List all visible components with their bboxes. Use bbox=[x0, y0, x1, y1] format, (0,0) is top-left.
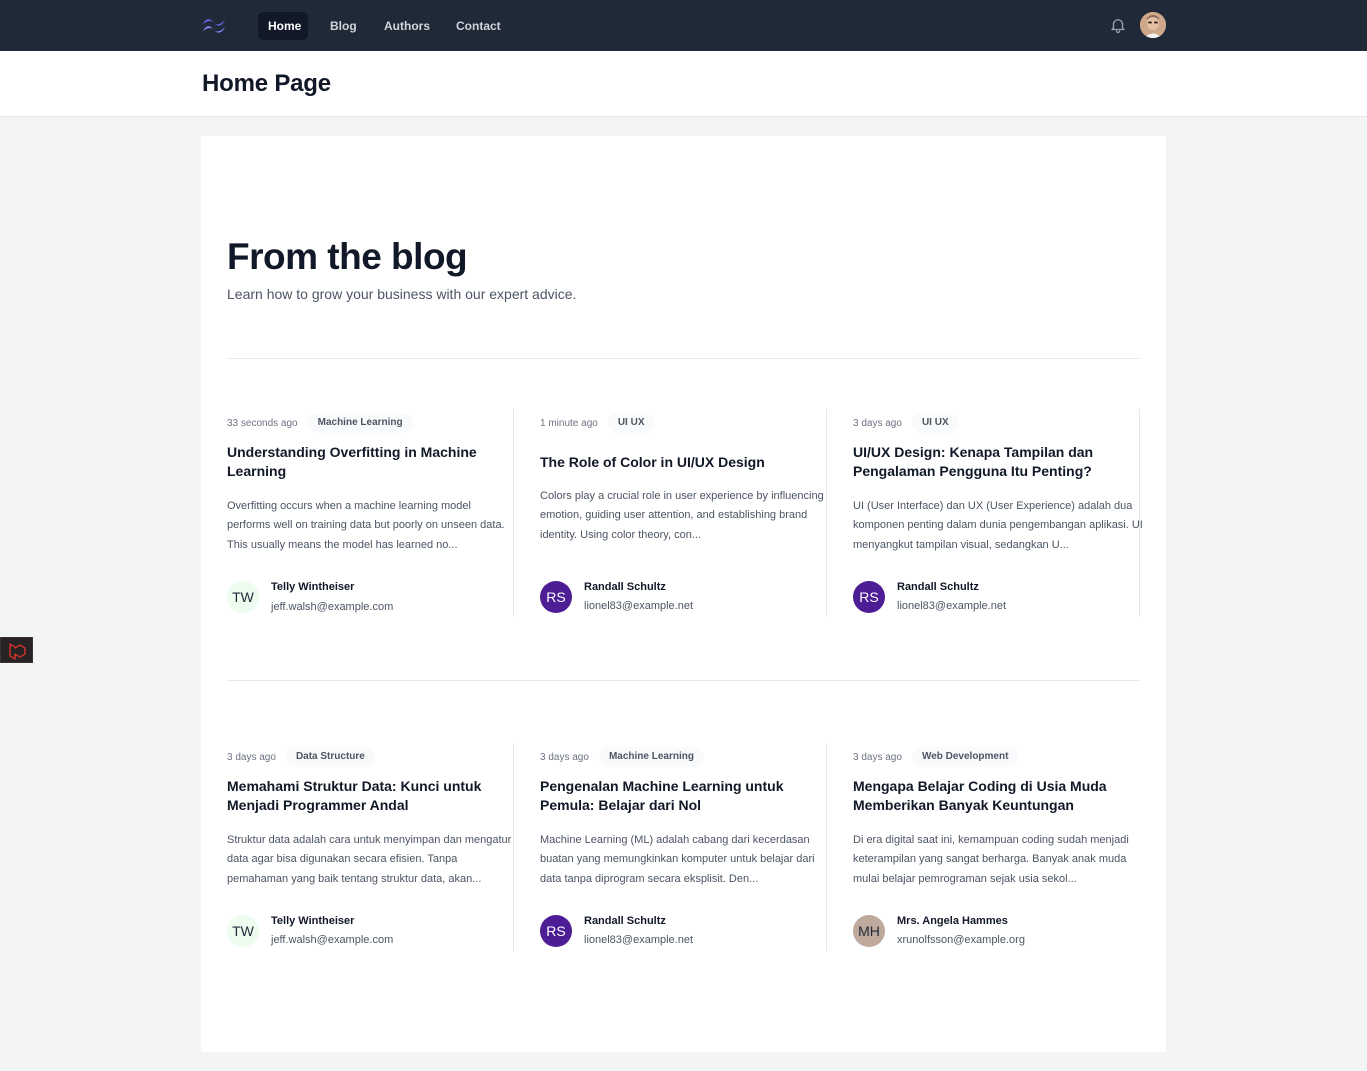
post-excerpt: Di era digital saat ini, kemampuan codin… bbox=[853, 834, 1129, 885]
post-meta: 3 days ago Web Development bbox=[853, 747, 1019, 767]
author-email: jeff.walsh@example.com bbox=[271, 934, 394, 946]
post-title[interactable]: UI/UX Design: Kenapa Tampilan dan Pengal… bbox=[853, 443, 1135, 481]
author-email: lionel83@example.net bbox=[584, 934, 694, 946]
post-row: 33 seconds ago Machine Learning Understa… bbox=[227, 409, 1143, 617]
laravel-icon bbox=[9, 643, 26, 660]
tailwind-logo-icon[interactable] bbox=[200, 15, 228, 35]
post-date: 3 days ago bbox=[227, 751, 276, 763]
author-email: lionel83@example.net bbox=[584, 600, 694, 612]
post-meta: 3 days ago Data Structure bbox=[227, 747, 375, 767]
author-name[interactable]: Mrs. Angela Hammes bbox=[897, 915, 1008, 927]
blog-post-card[interactable]: 3 days ago Web Development Mengapa Belaj… bbox=[853, 743, 1140, 951]
blog-post-card[interactable]: 33 seconds ago Machine Learning Understa… bbox=[227, 409, 514, 617]
post-date: 1 minute ago bbox=[540, 417, 598, 429]
blog-heading: From the blog bbox=[227, 236, 468, 277]
post-title[interactable]: Memahami Struktur Data: Kunci untuk Menj… bbox=[227, 777, 509, 815]
post-meta: 3 days ago Machine Learning bbox=[540, 747, 704, 767]
author-email: lionel83@example.net bbox=[897, 600, 1007, 612]
row-divider bbox=[227, 680, 1140, 681]
category-badge[interactable]: UI UX bbox=[607, 413, 655, 433]
author-name[interactable]: Telly Wintheiser bbox=[271, 915, 354, 927]
author-avatar: RS bbox=[540, 581, 572, 613]
post-excerpt: Colors play a crucial role in user exper… bbox=[540, 490, 824, 541]
author-name[interactable]: Telly Wintheiser bbox=[271, 581, 354, 593]
post-title[interactable]: Mengapa Belajar Coding di Usia Muda Memb… bbox=[853, 777, 1135, 815]
post-excerpt: UI (User Interface) dan UX (User Experie… bbox=[853, 500, 1143, 551]
section-divider bbox=[227, 358, 1140, 359]
author-avatar: MH bbox=[853, 915, 885, 947]
author-name[interactable]: Randall Schultz bbox=[584, 581, 666, 593]
author-avatar: RS bbox=[540, 915, 572, 947]
author-name[interactable]: Randall Schultz bbox=[584, 915, 666, 927]
blog-post-card[interactable]: 1 minute ago UI UX The Role of Color in … bbox=[540, 409, 827, 617]
user-avatar[interactable] bbox=[1140, 12, 1166, 38]
post-excerpt: Machine Learning (ML) adalah cabang dari… bbox=[540, 834, 815, 885]
author-avatar: TW bbox=[227, 581, 259, 613]
post-meta: 1 minute ago UI UX bbox=[540, 413, 655, 433]
category-badge[interactable]: Machine Learning bbox=[598, 747, 704, 767]
author-email: xrunolfsson@example.org bbox=[897, 934, 1025, 946]
nav-link-blog[interactable]: Blog bbox=[320, 12, 362, 40]
page-title: Home Page bbox=[202, 70, 331, 97]
top-navbar: Home Blog Authors Contact bbox=[0, 0, 1367, 51]
category-badge[interactable]: Web Development bbox=[911, 747, 1019, 767]
debug-bar-toggle[interactable] bbox=[0, 637, 33, 663]
post-date: 3 days ago bbox=[540, 751, 589, 763]
blog-post-card[interactable]: 3 days ago Data Structure Memahami Struk… bbox=[227, 743, 514, 951]
nav-link-home[interactable]: Home bbox=[258, 12, 308, 40]
blog-section: From the blog Learn how to grow your bus… bbox=[201, 136, 1166, 1052]
post-excerpt: Overfitting occurs when a machine learni… bbox=[227, 500, 505, 551]
category-badge[interactable]: Machine Learning bbox=[307, 413, 413, 433]
post-title[interactable]: The Role of Color in UI/UX Design bbox=[540, 453, 822, 472]
page-header: Home Page bbox=[0, 51, 1367, 117]
author-avatar: TW bbox=[227, 915, 259, 947]
blog-post-card[interactable]: 3 days ago Machine Learning Pengenalan M… bbox=[540, 743, 827, 951]
post-meta: 33 seconds ago Machine Learning bbox=[227, 413, 413, 433]
nav-link-authors[interactable]: Authors bbox=[374, 12, 436, 40]
author-name[interactable]: Randall Schultz bbox=[897, 581, 979, 593]
post-date: 33 seconds ago bbox=[227, 417, 298, 429]
post-excerpt: Struktur data adalah cara untuk menyimpa… bbox=[227, 834, 512, 885]
category-badge[interactable]: Data Structure bbox=[285, 747, 375, 767]
category-badge[interactable]: UI UX bbox=[911, 413, 959, 433]
post-meta: 3 days ago UI UX bbox=[853, 413, 959, 433]
post-date: 3 days ago bbox=[853, 751, 902, 763]
blog-post-card[interactable]: 3 days ago UI UX UI/UX Design: Kenapa Ta… bbox=[853, 409, 1143, 617]
blog-subtitle: Learn how to grow your business with our… bbox=[227, 286, 577, 302]
author-email: jeff.walsh@example.com bbox=[271, 601, 394, 613]
post-title[interactable]: Pengenalan Machine Learning untuk Pemula… bbox=[540, 777, 822, 815]
post-title[interactable]: Understanding Overfitting in Machine Lea… bbox=[227, 443, 509, 481]
post-date: 3 days ago bbox=[853, 417, 902, 429]
author-avatar: RS bbox=[853, 581, 885, 613]
post-row: 3 days ago Data Structure Memahami Struk… bbox=[227, 743, 1140, 951]
nav-link-contact[interactable]: Contact bbox=[446, 12, 506, 40]
bell-icon[interactable] bbox=[1109, 16, 1127, 34]
